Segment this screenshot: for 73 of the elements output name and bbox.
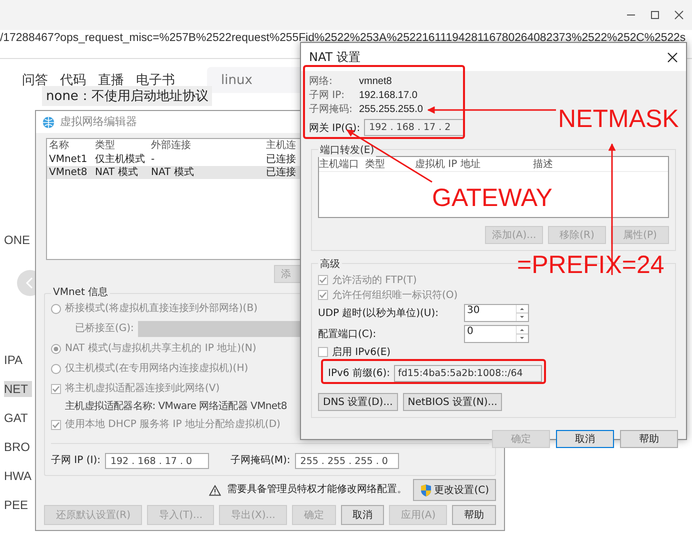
- radio-button[interactable]: [51, 344, 61, 354]
- highlighted-text: none：不使用启动地址协议: [42, 86, 212, 106]
- field-label: 子网掩码(M):: [230, 455, 290, 467]
- nav-link[interactable]: 问答: [22, 71, 48, 89]
- close-icon[interactable]: [667, 52, 678, 62]
- article-text: PEE: [4, 497, 30, 513]
- checkbox[interactable]: [318, 290, 328, 300]
- radio-label: 桥接模式(将虚拟机直接连接到外部网络)(B): [65, 303, 258, 315]
- nav-link[interactable]: 直播: [98, 71, 124, 89]
- change-settings-button[interactable]: 更改设置(C): [413, 479, 496, 501]
- spin-arrows-icon[interactable]: [516, 304, 528, 320]
- checkbox[interactable]: [318, 274, 328, 284]
- shield-icon: [420, 484, 432, 496]
- field-label: UDP 超时(以秒为单位)(U):: [318, 306, 440, 320]
- settings-button[interactable]: DNS 设置(D)...: [318, 393, 398, 411]
- adapter-name: 主机虚拟适配器名称: VMware 网络适配器 VMnet8: [65, 401, 287, 413]
- ip-field[interactable]: 192 . 168 . 17 . 2: [364, 119, 464, 136]
- field-label: 已桥接至(G):: [75, 323, 134, 335]
- annotation-label: GATEWAY: [432, 186, 552, 211]
- nav-link[interactable]: 电子书: [136, 71, 175, 89]
- article-text: BRO: [4, 439, 32, 455]
- column-header: 名称: [49, 141, 70, 151]
- field-label: 子网 IP (I):: [51, 455, 100, 467]
- column-header: 主机连: [266, 141, 297, 151]
- info-value: 255.255.255.0: [359, 104, 423, 114]
- dialog-button[interactable]: 帮助: [620, 430, 678, 448]
- admin-notice: 需要具备管理员特权才能修改网络配置。: [227, 484, 408, 496]
- group-label: VMnet 信息: [51, 287, 110, 299]
- radio-button[interactable]: [51, 304, 61, 314]
- group-label: 端口转发(E): [318, 143, 376, 157]
- spin-field[interactable]: 30: [464, 304, 529, 322]
- nav-link[interactable]: 代码: [60, 71, 86, 89]
- checkbox-label: 使用本地 DHCP 服务将 IP 地址分配给虚拟机(D): [65, 419, 280, 431]
- spin-arrows-icon[interactable]: [516, 326, 528, 342]
- info-label: 子网掩码:: [309, 103, 352, 116]
- warning-icon: [209, 484, 222, 496]
- article-text: ONE: [4, 232, 30, 248]
- close-icon[interactable]: [674, 10, 684, 20]
- globe-icon: [42, 116, 55, 128]
- dialog-button[interactable]: 帮助: [452, 505, 496, 525]
- article-text: HWA: [4, 468, 32, 484]
- checkbox[interactable]: [51, 420, 61, 430]
- dialog-button[interactable]: 取消: [340, 505, 384, 525]
- annotation-label: NETMASK: [558, 107, 679, 132]
- article-text: NET: [4, 381, 32, 397]
- column-header: 类型: [95, 141, 116, 151]
- checkbox-label: 允许任何组织唯一标识符(O): [332, 288, 458, 302]
- field-label: IPv6 前缀(6):: [328, 367, 390, 380]
- checkbox-label: 将主机虚拟适配器连接到此网络(V): [65, 383, 220, 395]
- settings-button[interactable]: NetBIOS 设置(N)...: [402, 393, 502, 411]
- ip-field[interactable]: 255 . 255 . 255 . 0: [295, 453, 400, 469]
- article-text: GAT: [4, 410, 29, 426]
- maximize-icon[interactable]: [650, 10, 660, 20]
- radio-label: 仅主机模式(在专用网络内连接虚拟机)(H): [65, 363, 248, 375]
- dialog-button[interactable]: 取消: [556, 430, 614, 448]
- article-text: IPA: [4, 352, 24, 368]
- field-label: 配置端口(C):: [318, 328, 378, 340]
- radio-button[interactable]: [51, 364, 61, 374]
- checkbox-label: 启用 IPv6(E): [332, 346, 391, 358]
- info-value: vmnet8: [359, 76, 392, 86]
- ip-field[interactable]: 192 . 168 . 17 . 0: [105, 453, 210, 469]
- window-title: NAT 设置: [309, 48, 360, 66]
- spin-field[interactable]: 0: [464, 324, 529, 342]
- group-label: 高级: [318, 257, 342, 271]
- column-header: 外部连接: [151, 141, 192, 151]
- info-value: 192.168.17.0: [359, 90, 418, 100]
- checkbox[interactable]: [318, 346, 328, 356]
- column-header: 描述: [533, 158, 554, 171]
- checkbox-label: 允许活动的 FTP(T): [332, 274, 417, 286]
- input-field[interactable]: fd15:4ba5:5a2b:1008::/64: [394, 364, 542, 382]
- window-title: 虚拟网络编辑器: [60, 115, 137, 129]
- checkbox[interactable]: [51, 384, 61, 394]
- radio-label: NAT 模式(与虚拟机共享主机的 IP 地址)(N): [65, 343, 256, 355]
